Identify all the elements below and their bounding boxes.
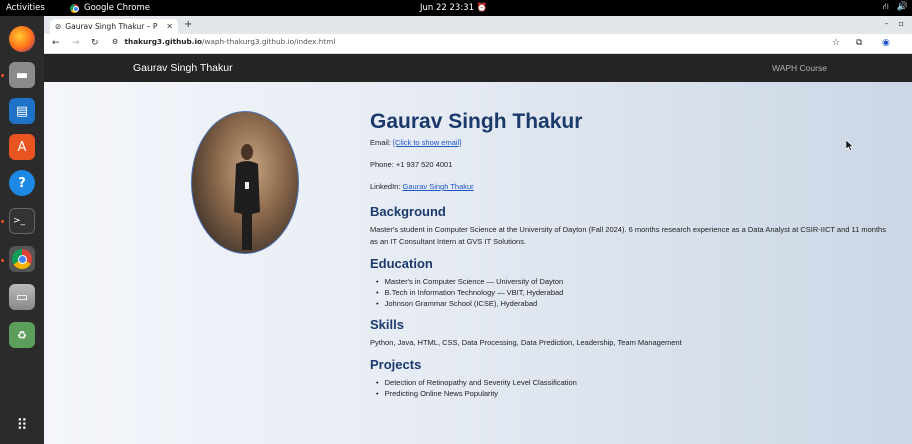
app-name: Google Chrome [84,3,151,13]
linkedin-line: LinkedIn: Gaurav Singh Thakur [370,182,890,191]
education-list: Master's in Computer Science — Universit… [376,276,890,309]
files-icon[interactable]: ▬ [9,62,35,88]
maximize-icon[interactable]: ▫ [899,19,904,28]
linkedin-label: LinkedIn: [370,182,403,191]
site-brand[interactable]: Gaurav Singh Thakur [133,62,233,74]
reload-icon[interactable]: ↻ [91,38,99,48]
mouse-cursor-icon [846,140,854,151]
site-navbar: Gaurav Singh Thakur WAPH Course [44,54,912,82]
background-heading: Background [370,204,446,219]
running-indicator [1,74,4,77]
browser-toolbar: ← → ↻ ⚙ thakurg3.github.io/waph-thakurg3… [44,34,912,54]
clock[interactable]: Jun 22 23:31 ⏰ [420,3,487,13]
projects-list: Detection of Retinopathy and Severity Le… [376,377,890,399]
show-email-link[interactable]: [Click to show email] [393,138,461,147]
app-menu[interactable]: Google Chrome [70,3,150,13]
profile-name: Gaurav Singh Thakur [370,110,583,133]
running-indicator [1,259,4,262]
volume-icon: 🔊 [896,2,908,12]
tab-active[interactable]: ⊘ Gaurav Singh Thakur – P ✕ [50,19,178,34]
linkedin-link[interactable]: Gaurav Singh Thakur [403,182,474,191]
tab-strip: ⊘ Gaurav Singh Thakur – P ✕ + – ▫ [44,16,912,34]
reading-mode-icon[interactable]: ⧉ [856,38,862,48]
window-controls: – ▫ [885,19,904,28]
site-info-icon[interactable]: ⚙ [112,37,119,46]
tab-title: Gaurav Singh Thakur – P [65,22,158,31]
network-icon: ⛙ [882,2,889,12]
list-item: Detection of Retinopathy and Severity Le… [376,377,890,388]
list-item: Predicting Online News Popularity [376,388,890,399]
disk-icon[interactable]: ▭ [9,284,35,310]
browser-window: ⊘ Gaurav Singh Thakur – P ✕ + – ▫ ← → ↻ … [44,16,912,444]
list-item: B.Tech in Information Technology — VBIT,… [376,287,890,298]
address-bar[interactable]: ⚙ thakurg3.github.io/waph-thakurg3.githu… [112,37,335,46]
activities-button[interactable]: Activities [6,3,45,13]
url-path: /waph-thakurg3.github.io/index.html [201,37,336,46]
new-tab-button[interactable]: + [184,19,192,30]
system-tray[interactable]: ⛙ 🔊 [882,2,908,13]
profile-icon[interactable]: ◉ [882,38,890,48]
phone-line: Phone: +1 937 520 4001 [370,160,453,169]
clock-text: Jun 22 23:31 [420,3,474,13]
close-tab-icon[interactable]: ✕ [166,22,173,31]
firefox-icon[interactable] [9,26,35,52]
profile-content: Gaurav Singh Thakur Email: [Click to sho… [370,110,890,407]
education-heading: Education [370,256,433,271]
apps-grid-icon[interactable]: ⠿ [9,412,35,438]
system-top-bar: Activities Google Chrome Jun 22 23:31 ⏰ … [0,0,912,16]
email-line: Email: [Click to show email] [370,138,890,147]
terminal-icon[interactable]: >_ [9,208,35,234]
profile-photo [191,111,299,254]
back-icon[interactable]: ← [52,38,60,48]
help-icon[interactable]: ? [9,170,35,196]
alarm-icon: ⏰ [476,3,488,13]
nav-link-waph-course[interactable]: WAPH Course [772,63,827,73]
bookmark-star-icon[interactable]: ☆ [832,38,840,48]
url-host: thakurg3.github.io [124,37,202,46]
chrome-dock-item[interactable] [9,246,35,272]
globe-icon: ⊘ [55,22,62,31]
background-text: Master's student in Computer Science at … [370,225,886,246]
running-indicator [1,220,4,223]
person-silhouette [234,144,260,250]
list-item: Johnson Grammar School (ICSE), Hyderabad [376,298,890,309]
dock: ▬ ▤ A ? >_ ▭ ♻ ⠿ [0,16,44,444]
chrome-icon [12,249,32,269]
minimize-icon[interactable]: – [885,19,889,28]
trash-icon[interactable]: ♻ [9,322,35,348]
skills-text: Python, Java, HTML, CSS, Data Processing… [370,338,682,347]
chrome-icon [70,3,79,13]
forward-icon[interactable]: → [72,38,80,48]
writer-icon[interactable]: ▤ [9,98,35,124]
skills-heading: Skills [370,317,404,332]
email-label: Email: [370,138,393,147]
list-item: Master's in Computer Science — Universit… [376,276,890,287]
web-page: Gaurav Singh Thakur WAPH Course Gaurav S… [44,54,912,444]
software-icon[interactable]: A [9,134,35,160]
projects-heading: Projects [370,357,422,372]
